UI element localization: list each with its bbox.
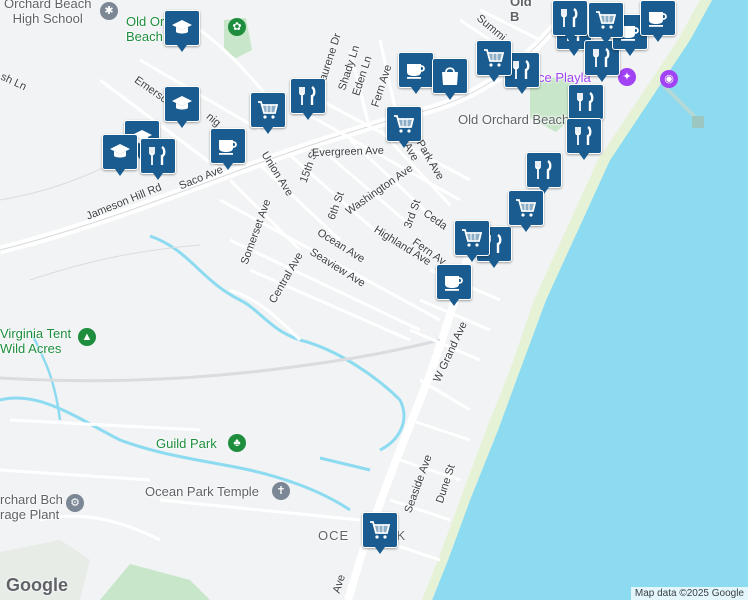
shopping-pin-icon[interactable] bbox=[432, 58, 468, 100]
grocery-pin-icon[interactable] bbox=[386, 106, 422, 148]
grocery-pin-icon[interactable] bbox=[250, 92, 286, 134]
place-label-palace-playland[interactable]: ce Playla bbox=[538, 70, 591, 85]
cafe-pin-icon[interactable] bbox=[436, 264, 472, 306]
school-pin-icon[interactable] bbox=[102, 134, 138, 176]
map-canvas[interactable]: Saco Ave Union Ave 15th St Evergreen Ave… bbox=[0, 0, 748, 600]
school-marker-icon: ✱ bbox=[100, 2, 118, 20]
place-label-guild-park[interactable]: Guild Park bbox=[156, 436, 217, 451]
grocery-pin-icon[interactable] bbox=[362, 512, 398, 554]
street-label-evergreen-ave: Evergreen Ave bbox=[311, 144, 385, 160]
cafe-pin-icon[interactable] bbox=[398, 52, 434, 94]
restaurant-pin-icon[interactable] bbox=[552, 0, 588, 42]
place-label-old-b-top[interactable]: Old B bbox=[510, 0, 532, 24]
camera-marker-icon: ◉ bbox=[660, 70, 678, 88]
amusement-marker-icon: ✦ bbox=[618, 68, 636, 86]
place-label-ocean-park-temple[interactable]: Ocean Park Temple bbox=[145, 484, 259, 499]
grocery-pin-icon[interactable] bbox=[476, 40, 512, 82]
place-label-old-orchard-beach-town[interactable]: Old Orchard Beach bbox=[458, 112, 569, 127]
tree-marker-icon: ♣ bbox=[228, 434, 246, 452]
park-marker-icon: ✿ bbox=[228, 18, 246, 36]
place-label-orchard-bch-storage[interactable]: rchard Bch rage Plant bbox=[0, 492, 63, 522]
utility-marker-icon: ⚙ bbox=[66, 494, 84, 512]
place-label-orchard-beach-high-school[interactable]: Orchard Beach High School bbox=[4, 0, 91, 26]
restaurant-pin-icon[interactable] bbox=[140, 138, 176, 180]
restaurant-pin-icon[interactable] bbox=[526, 152, 562, 194]
google-logo: Google bbox=[6, 575, 68, 595]
cafe-pin-icon[interactable] bbox=[210, 128, 246, 170]
map-attribution[interactable]: Map data ©2025 Google bbox=[630, 587, 748, 600]
school-pin-icon[interactable] bbox=[164, 86, 200, 128]
grocery-pin-icon[interactable] bbox=[454, 220, 490, 262]
cafe-pin-icon[interactable] bbox=[640, 0, 676, 42]
church-marker-icon: ✝ bbox=[272, 482, 290, 500]
restaurant-pin-icon[interactable] bbox=[290, 78, 326, 120]
restaurant-pin-icon[interactable] bbox=[566, 118, 602, 160]
grocery-pin-icon[interactable] bbox=[508, 190, 544, 232]
place-label-virginia-tent[interactable]: Virginia Tent Wild Acres bbox=[0, 326, 71, 356]
grocery-pin-icon[interactable] bbox=[588, 2, 624, 44]
restaurant-pin-icon[interactable] bbox=[568, 84, 604, 126]
school-pin-icon[interactable] bbox=[164, 10, 200, 52]
campground-marker-icon: ▲ bbox=[78, 328, 96, 346]
